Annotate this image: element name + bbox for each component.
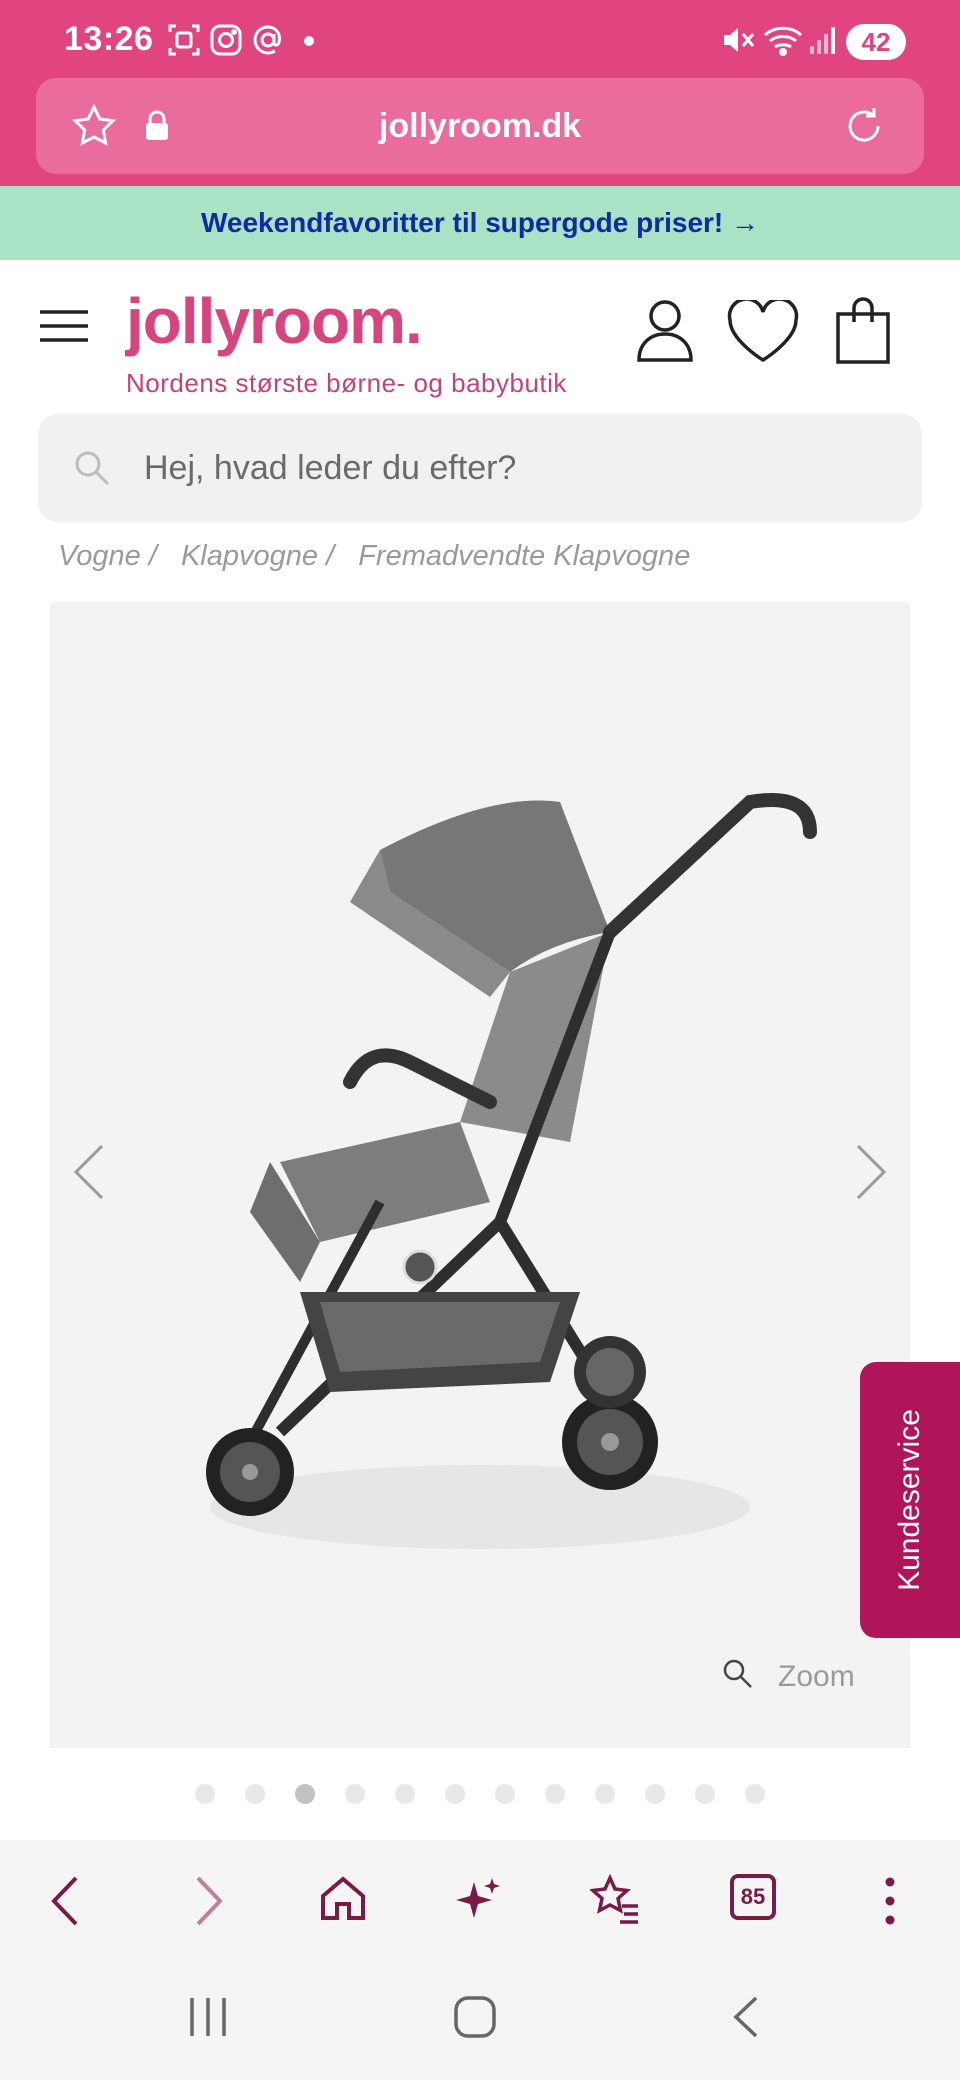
wifi-icon: [763, 26, 803, 56]
kundeservice-label: Kundeservice: [893, 1409, 926, 1591]
tabs-button[interactable]: 85: [730, 1874, 776, 1920]
carousel-dot[interactable]: [645, 1784, 665, 1804]
status-bar: 13:26 42: [0, 0, 960, 86]
stroller-image: [206, 793, 817, 1549]
battery-indicator: 42: [846, 24, 906, 60]
breadcrumb-item-fremadvendte-klapvogne[interactable]: Fremadvendte Klapvogne: [358, 540, 690, 572]
tagline: Nordens største børne- og babybutik: [126, 368, 567, 398]
product-image-gallery[interactable]: [50, 602, 910, 1748]
mute-icon: [724, 28, 755, 52]
url-text[interactable]: jollyroom.dk: [36, 78, 924, 174]
account-icon[interactable]: [636, 298, 694, 362]
notification-dot: [304, 36, 314, 46]
bookmarks-star-icon[interactable]: [590, 1874, 642, 1924]
instagram-icon: [210, 24, 242, 56]
back-arrow-icon[interactable]: [48, 1874, 84, 1928]
browser-toolbar: 85: [0, 1840, 960, 1962]
system-nav-bar: [0, 1962, 960, 2080]
address-bar[interactable]: jollyroom.dk: [36, 78, 924, 174]
shopping-bag-icon[interactable]: [834, 296, 892, 366]
home-icon[interactable]: [318, 1874, 368, 1924]
carousel-dots: [0, 1784, 960, 1808]
sparkle-icon[interactable]: [454, 1874, 504, 1924]
system-back-icon[interactable]: [728, 1994, 764, 2040]
carousel-dot[interactable]: [445, 1784, 465, 1804]
browser-chrome: jollyroom.dk: [0, 78, 960, 186]
carousel-dot[interactable]: [345, 1784, 365, 1804]
search-input[interactable]: [144, 414, 884, 522]
wishlist-heart-icon[interactable]: [726, 300, 800, 364]
more-options-icon[interactable]: [878, 1876, 902, 1926]
previous-image-chevron-icon[interactable]: [70, 1142, 110, 1202]
carousel-dot[interactable]: [495, 1784, 515, 1804]
search-bar[interactable]: [38, 414, 922, 522]
jollyroom-logo[interactable]: jollyroom.: [126, 284, 423, 358]
carousel-dot[interactable]: [245, 1784, 265, 1804]
kundeservice-tab[interactable]: Kundeservice: [860, 1362, 960, 1638]
hamburger-menu-icon[interactable]: [38, 306, 90, 346]
carousel-dot[interactable]: [545, 1784, 565, 1804]
forward-arrow-icon[interactable]: [190, 1874, 226, 1928]
carousel-dot[interactable]: [745, 1784, 765, 1804]
zoom-label[interactable]: Zoom: [778, 1660, 855, 1694]
promo-banner[interactable]: Weekendfavoritter til supergode priser! …: [0, 186, 960, 260]
recent-apps-icon[interactable]: [186, 1996, 230, 2038]
breadcrumb: Vogne / Klapvogne / Fremadvendte Klapvog…: [58, 540, 706, 573]
carousel-dot[interactable]: [395, 1784, 415, 1804]
carousel-dot[interactable]: [595, 1784, 615, 1804]
breadcrumb-item-vogne[interactable]: Vogne /: [58, 540, 157, 572]
zoom-magnifier-icon[interactable]: [722, 1658, 754, 1690]
next-image-chevron-icon[interactable]: [850, 1142, 890, 1202]
status-time: 13:26: [64, 20, 154, 58]
search-icon: [75, 451, 110, 486]
reload-icon[interactable]: [840, 102, 888, 150]
screenshot-icon: [168, 24, 200, 56]
carousel-dot[interactable]: [695, 1784, 715, 1804]
signal-icon: [810, 27, 835, 54]
breadcrumb-item-klapvogne[interactable]: Klapvogne /: [181, 540, 334, 572]
carousel-dot[interactable]: [195, 1784, 215, 1804]
home-button-icon[interactable]: [452, 1994, 498, 2040]
tabs-count: 85: [740, 1884, 766, 1909]
at-sign-icon: [253, 25, 281, 55]
carousel-dot-active[interactable]: [295, 1784, 315, 1804]
